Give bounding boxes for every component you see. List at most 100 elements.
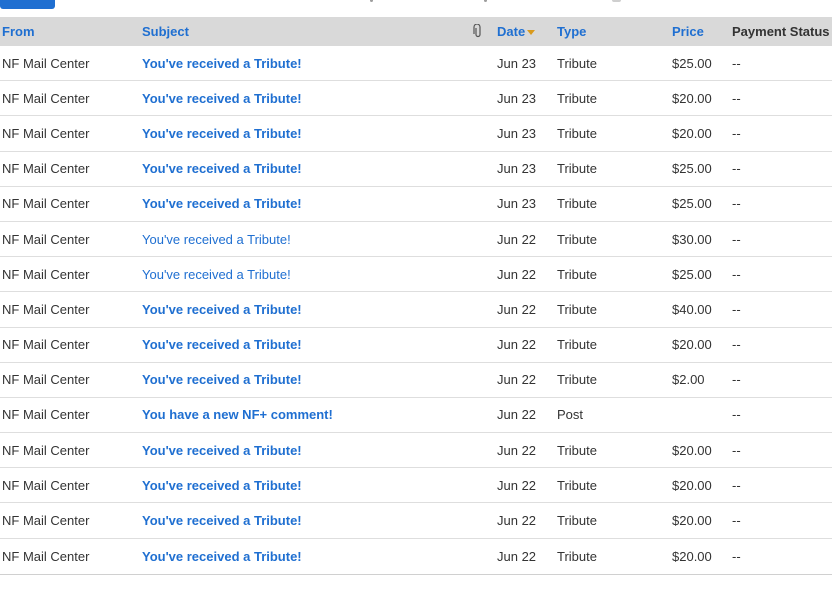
message-from: NF Mail Center bbox=[2, 55, 90, 71]
table-row[interactable]: NF Mail Center You've received a Tribute!… bbox=[0, 152, 832, 187]
message-payment-status: -- bbox=[732, 442, 741, 458]
message-payment-status: -- bbox=[732, 407, 741, 423]
message-from: NF Mail Center bbox=[2, 301, 90, 317]
table-row[interactable]: NF Mail Center You've received a Tribute!… bbox=[0, 116, 832, 152]
column-header-subject[interactable]: Subject bbox=[142, 17, 189, 46]
message-payment-status: -- bbox=[732, 161, 741, 177]
message-subject-link[interactable]: You've received a Tribute! bbox=[142, 539, 302, 574]
message-type: Tribute bbox=[557, 372, 597, 388]
message-table-header: From Subject Date Type Price Payment Sta… bbox=[0, 17, 832, 46]
message-date: Jun 22 bbox=[497, 548, 537, 564]
message-date: Jun 22 bbox=[497, 266, 537, 282]
message-payment-status: -- bbox=[732, 337, 741, 353]
message-subject-link[interactable]: You've received a Tribute! bbox=[142, 116, 302, 150]
message-from: NF Mail Center bbox=[2, 125, 90, 141]
message-payment-status: -- bbox=[732, 548, 741, 564]
message-type: Tribute bbox=[557, 301, 597, 317]
column-header-date-label: Date bbox=[497, 24, 526, 39]
table-row[interactable]: NF Mail Center You've received a Tribute!… bbox=[0, 222, 832, 258]
message-subject-link[interactable]: You've received a Tribute! bbox=[142, 433, 302, 467]
table-row[interactable]: NF Mail Center You've received a Tribute!… bbox=[0, 292, 832, 328]
message-type: Tribute bbox=[557, 548, 597, 564]
message-date: Jun 22 bbox=[497, 442, 537, 458]
message-subject-link[interactable]: You've received a Tribute! bbox=[142, 328, 302, 362]
message-from: NF Mail Center bbox=[2, 196, 90, 212]
message-date: Jun 22 bbox=[497, 337, 537, 353]
message-price: $20.00 bbox=[672, 442, 712, 458]
table-row[interactable]: NF Mail Center You've received a Tribute!… bbox=[0, 187, 832, 222]
message-subject-link[interactable]: You've received a Tribute! bbox=[142, 503, 302, 537]
message-price: $20.00 bbox=[672, 477, 712, 493]
column-header-type[interactable]: Type bbox=[557, 17, 586, 46]
message-subject-link[interactable]: You have a new NF+ comment! bbox=[142, 398, 333, 432]
message-from: NF Mail Center bbox=[2, 337, 90, 353]
table-row[interactable]: NF Mail Center You've received a Tribute!… bbox=[0, 363, 832, 398]
message-subject-link[interactable]: You've received a Tribute! bbox=[142, 363, 302, 397]
message-price: $20.00 bbox=[672, 548, 712, 564]
message-from: NF Mail Center bbox=[2, 548, 90, 564]
message-type: Tribute bbox=[557, 442, 597, 458]
toolbar-fragment bbox=[370, 0, 373, 2]
message-subject-link[interactable]: You've received a Tribute! bbox=[142, 81, 302, 115]
message-from: NF Mail Center bbox=[2, 161, 90, 177]
message-from: NF Mail Center bbox=[2, 372, 90, 388]
column-header-price[interactable]: Price bbox=[672, 17, 704, 46]
toolbar-fragment bbox=[484, 0, 487, 2]
column-header-payment-status: Payment Status bbox=[732, 24, 830, 39]
message-date: Jun 23 bbox=[497, 161, 537, 177]
message-price: $20.00 bbox=[672, 337, 712, 353]
column-header-date[interactable]: Date bbox=[497, 17, 536, 46]
message-date: Jun 22 bbox=[497, 513, 537, 529]
table-row[interactable]: NF Mail Center You've received a Tribute!… bbox=[0, 539, 832, 575]
table-row[interactable]: NF Mail Center You've received a Tribute!… bbox=[0, 433, 832, 469]
table-row[interactable]: NF Mail Center You've received a Tribute!… bbox=[0, 468, 832, 504]
table-row[interactable]: NF Mail Center You've received a Tribute!… bbox=[0, 46, 832, 82]
table-row[interactable]: NF Mail Center You have a new NF+ comment… bbox=[0, 398, 832, 434]
message-type: Tribute bbox=[557, 125, 597, 141]
message-subject-link[interactable]: You've received a Tribute! bbox=[142, 257, 291, 291]
message-type: Tribute bbox=[557, 196, 597, 212]
message-payment-status: -- bbox=[732, 231, 741, 247]
message-type: Tribute bbox=[557, 231, 597, 247]
message-payment-status: -- bbox=[732, 90, 741, 106]
column-header-from[interactable]: From bbox=[2, 17, 35, 46]
table-row[interactable]: NF Mail Center You've received a Tribute!… bbox=[0, 328, 832, 363]
message-price: $30.00 bbox=[672, 231, 712, 247]
message-price: $40.00 bbox=[672, 301, 712, 317]
message-date: Jun 23 bbox=[497, 55, 537, 71]
message-from: NF Mail Center bbox=[2, 442, 90, 458]
message-from: NF Mail Center bbox=[2, 90, 90, 106]
toolbar-button[interactable] bbox=[0, 0, 55, 9]
message-from: NF Mail Center bbox=[2, 266, 90, 282]
message-date: Jun 23 bbox=[497, 125, 537, 141]
message-price: $20.00 bbox=[672, 90, 712, 106]
message-date: Jun 22 bbox=[497, 231, 537, 247]
message-type: Tribute bbox=[557, 55, 597, 71]
sort-descending-icon bbox=[527, 30, 536, 35]
message-payment-status: -- bbox=[732, 266, 741, 282]
table-row[interactable]: NF Mail Center You've received a Tribute!… bbox=[0, 257, 832, 293]
message-payment-status: -- bbox=[732, 513, 741, 529]
message-price: $25.00 bbox=[672, 196, 712, 212]
message-date: Jun 22 bbox=[497, 372, 537, 388]
message-date: Jun 22 bbox=[497, 477, 537, 493]
message-subject-link[interactable]: You've received a Tribute! bbox=[142, 46, 302, 80]
message-payment-status: -- bbox=[732, 55, 741, 71]
message-price: $25.00 bbox=[672, 55, 712, 71]
message-subject-link[interactable]: You've received a Tribute! bbox=[142, 292, 302, 326]
message-price: $25.00 bbox=[672, 266, 712, 282]
table-row[interactable]: NF Mail Center You've received a Tribute!… bbox=[0, 503, 832, 539]
message-subject-link[interactable]: You've received a Tribute! bbox=[142, 152, 302, 186]
table-row[interactable]: NF Mail Center You've received a Tribute!… bbox=[0, 81, 832, 117]
message-type: Tribute bbox=[557, 161, 597, 177]
message-type: Tribute bbox=[557, 266, 597, 282]
toolbar-checkbox[interactable] bbox=[612, 0, 621, 2]
message-date: Jun 23 bbox=[497, 196, 537, 212]
message-subject-link[interactable]: You've received a Tribute! bbox=[142, 468, 302, 502]
message-payment-status: -- bbox=[732, 125, 741, 141]
message-subject-link[interactable]: You've received a Tribute! bbox=[142, 187, 302, 221]
message-from: NF Mail Center bbox=[2, 407, 90, 423]
message-subject-link[interactable]: You've received a Tribute! bbox=[142, 222, 291, 256]
paperclip-icon[interactable] bbox=[473, 24, 483, 38]
message-from: NF Mail Center bbox=[2, 477, 90, 493]
